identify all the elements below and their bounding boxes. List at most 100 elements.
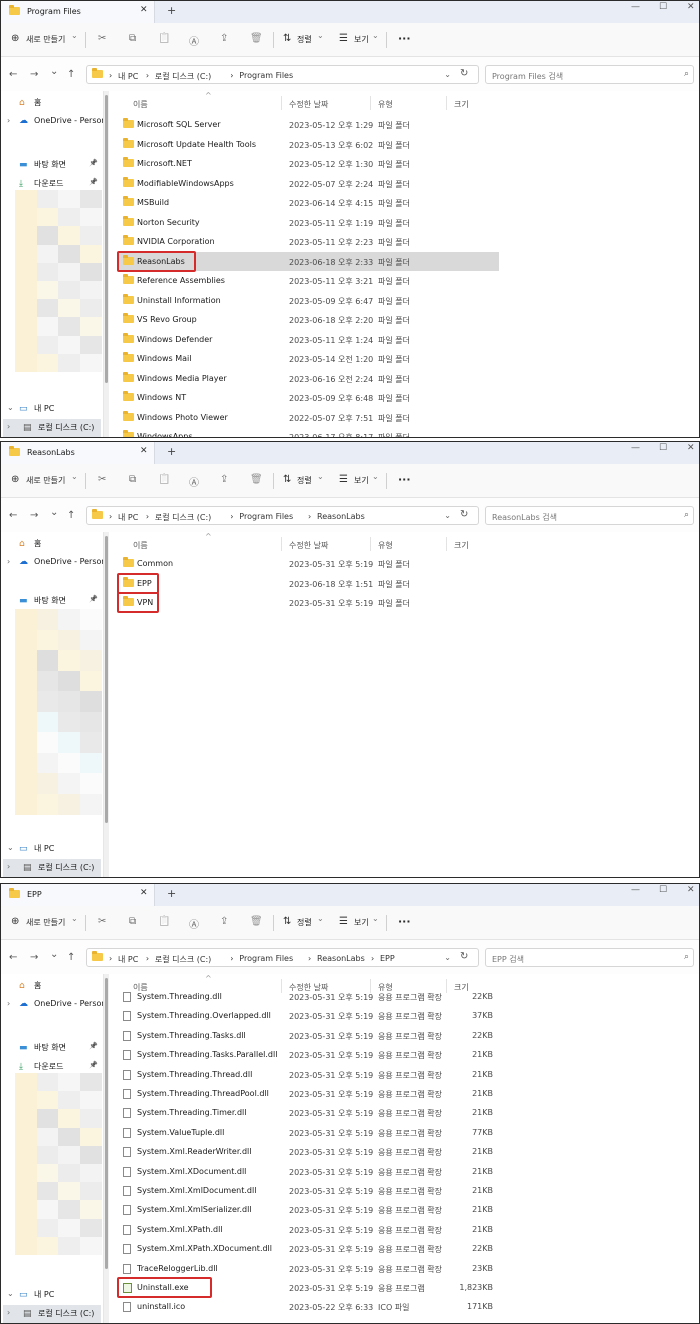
breadcrumb-item[interactable]: 내 PC [118, 71, 138, 82]
expand-chevron-icon[interactable]: ⌄ [7, 843, 14, 852]
address-dropdown-icon[interactable]: ⌄ [444, 70, 451, 79]
file-row[interactable]: System.Threading.Timer.dll 2023-05-31 오후 … [119, 1103, 499, 1122]
sort-button[interactable]: 정렬 [297, 917, 312, 928]
forward-icon[interactable]: → [30, 69, 38, 80]
rename-icon[interactable]: Ⓐ [189, 916, 199, 931]
nav-desktop[interactable]: ▬ 바탕 화면 [19, 159, 66, 170]
breadcrumb-item[interactable]: ReasonLabs [317, 512, 365, 521]
file-row[interactable]: MSBuild 2023-06-14 오후 4:15 파일 폴더 [119, 193, 499, 212]
breadcrumb-item[interactable]: EPP [380, 954, 395, 963]
file-row[interactable]: System.Threading.Tasks.dll 2023-05-31 오후 … [119, 1026, 499, 1045]
file-row[interactable]: System.Xml.XPath.XDocument.dll 2023-05-31… [119, 1239, 499, 1258]
close-tab-icon[interactable]: ✕ [140, 446, 148, 456]
back-icon[interactable]: ← [9, 952, 17, 963]
minimize-icon[interactable]: — [631, 443, 640, 453]
refresh-icon[interactable]: ↻ [460, 68, 468, 79]
file-row[interactable]: System.Threading.ThreadPool.dll 2023-05-3… [119, 1084, 499, 1103]
view-chevron-icon[interactable]: ⌄ [372, 914, 379, 923]
maximize-icon[interactable]: ☐ [659, 885, 667, 895]
file-row[interactable]: ModifiableWindowsApps 2022-05-07 오후 2:24 파… [119, 174, 499, 193]
scrollbar-thumb[interactable] [105, 95, 108, 383]
nav-local-disk[interactable]: ▤ 로컬 디스크 (C:) [23, 422, 94, 433]
address-bar[interactable]: › 내 PC › 로컬 디스크 (C:) › Program Files ⌄ [86, 65, 479, 84]
column-divider[interactable] [370, 537, 371, 551]
file-row[interactable]: Reference Assemblies 2023-05-11 오후 3:21 파일… [119, 271, 499, 290]
nav-downloads[interactable]: ⤓ 다운로드 [19, 178, 63, 189]
column-header-size[interactable]: 크기 [454, 540, 469, 551]
minimize-icon[interactable]: — [631, 885, 640, 895]
column-header-type[interactable]: 유형 [378, 99, 393, 110]
column-divider[interactable] [446, 537, 447, 551]
refresh-icon[interactable]: ↻ [460, 509, 468, 520]
file-row[interactable]: System.Xml.XmlDocument.dll 2023-05-31 오후 … [119, 1181, 499, 1200]
active-tab[interactable]: EPP ✕ [1, 884, 155, 906]
nav-onedrive[interactable]: ☁ OneDrive - Persona [19, 999, 111, 1009]
nav-home[interactable]: ⌂ 홈 [19, 538, 41, 549]
rename-icon[interactable]: Ⓐ [189, 33, 199, 48]
active-tab[interactable]: Program Files ✕ [1, 1, 155, 23]
close-tab-icon[interactable]: ✕ [140, 5, 148, 15]
column-divider[interactable] [281, 96, 282, 110]
copy-icon[interactable]: ⧉ [129, 33, 136, 44]
nav-local-disk[interactable]: ▤ 로컬 디스크 (C:) [23, 1308, 94, 1319]
paste-icon[interactable]: 📋 [158, 33, 170, 44]
expand-chevron-icon[interactable]: › [7, 557, 10, 566]
back-icon[interactable]: ← [9, 69, 17, 80]
paste-icon[interactable]: 📋 [158, 916, 170, 927]
paste-icon[interactable]: 📋 [158, 474, 170, 485]
share-icon[interactable]: ⇪ [220, 474, 228, 485]
new-chevron-icon[interactable]: ⌄ [71, 914, 78, 923]
file-row[interactable]: System.Threading.Overlapped.dll 2023-05-3… [119, 1006, 499, 1025]
file-row[interactable]: Common 2023-05-31 오후 5:19 파일 폴더 [119, 554, 499, 573]
column-header-size[interactable]: 크기 [454, 99, 469, 110]
breadcrumb-item[interactable]: 로컬 디스크 (C:) [155, 954, 211, 965]
sort-chevron-icon[interactable]: ⌄ [317, 31, 324, 40]
breadcrumb-item[interactable]: Program Files [239, 71, 293, 80]
file-row[interactable]: System.Xml.XDocument.dll 2023-05-31 오후 5:… [119, 1162, 499, 1181]
file-row[interactable]: Uninstall Information 2023-05-09 오후 6:47 파… [119, 291, 499, 310]
delete-icon[interactable]: 🗑 [250, 916, 263, 927]
nav-onedrive[interactable]: ☁ OneDrive - Persona [19, 116, 111, 126]
breadcrumb-item[interactable]: ReasonLabs [317, 954, 365, 963]
column-header-name[interactable]: 이름 [133, 540, 148, 551]
nav-this-pc[interactable]: ▭ 내 PC [19, 1289, 54, 1300]
file-row[interactable]: Microsoft.NET 2023-05-12 오후 1:30 파일 폴더 [119, 154, 499, 173]
cut-icon[interactable]: ✂ [98, 33, 106, 44]
address-dropdown-icon[interactable]: ⌄ [444, 953, 451, 962]
new-button[interactable]: 새로 만들기 [26, 475, 65, 486]
file-row[interactable]: System.ValueTuple.dll 2023-05-31 오후 5:19 응… [119, 1123, 499, 1142]
cut-icon[interactable]: ✂ [98, 916, 106, 927]
scrollbar-thumb[interactable] [105, 978, 108, 1269]
file-row[interactable]: Norton Security 2023-05-11 오후 1:19 파일 폴더 [119, 213, 499, 232]
view-button[interactable]: 보기 [354, 917, 369, 928]
file-row[interactable]: EPP 2023-06-18 오후 1:51 파일 폴더 [119, 574, 499, 593]
copy-icon[interactable]: ⧉ [129, 474, 136, 485]
view-chevron-icon[interactable]: ⌄ [372, 31, 379, 40]
file-row[interactable]: TraceReloggerLib.dll 2023-05-31 오후 5:19 응용… [119, 1259, 499, 1278]
nav-this-pc[interactable]: ▭ 내 PC [19, 843, 54, 854]
scrollbar-thumb[interactable] [105, 536, 108, 823]
copy-icon[interactable]: ⧉ [129, 916, 136, 927]
up-icon[interactable]: ↑ [67, 69, 75, 80]
breadcrumb-item[interactable]: 로컬 디스크 (C:) [155, 512, 211, 523]
close-window-icon[interactable]: ✕ [687, 885, 695, 895]
column-header-date[interactable]: 수정한 날짜 [289, 99, 328, 110]
file-row[interactable]: uninstall.ico 2023-05-22 오후 6:33 ICO 파일 171… [119, 1297, 499, 1316]
column-header-date[interactable]: 수정한 날짜 [289, 540, 328, 551]
search-box[interactable]: EPP 검색 ⌕ [485, 948, 694, 967]
up-icon[interactable]: ↑ [67, 952, 75, 963]
new-tab-icon[interactable]: + [167, 887, 176, 900]
file-row[interactable]: WindowsApps 2023-06-17 오후 8:17 파일 폴더 [119, 427, 499, 437]
nav-onedrive[interactable]: ☁ OneDrive - Persona [19, 557, 111, 567]
file-row[interactable]: VPN 2023-05-31 오후 5:19 파일 폴더 [119, 593, 499, 612]
view-button[interactable]: 보기 [354, 475, 369, 486]
file-row[interactable]: System.Threading.dll 2023-05-31 오후 5:19 응용… [119, 987, 499, 1006]
close-window-icon[interactable]: ✕ [687, 2, 695, 12]
nav-this-pc[interactable]: ▭ 내 PC [19, 403, 54, 414]
maximize-icon[interactable]: ☐ [659, 443, 667, 453]
expand-chevron-icon[interactable]: ⌄ [7, 1289, 14, 1298]
new-chevron-icon[interactable]: ⌄ [71, 31, 78, 40]
sort-button[interactable]: 정렬 [297, 475, 312, 486]
close-window-icon[interactable]: ✕ [687, 443, 695, 453]
active-tab[interactable]: ReasonLabs ✕ [1, 442, 155, 464]
